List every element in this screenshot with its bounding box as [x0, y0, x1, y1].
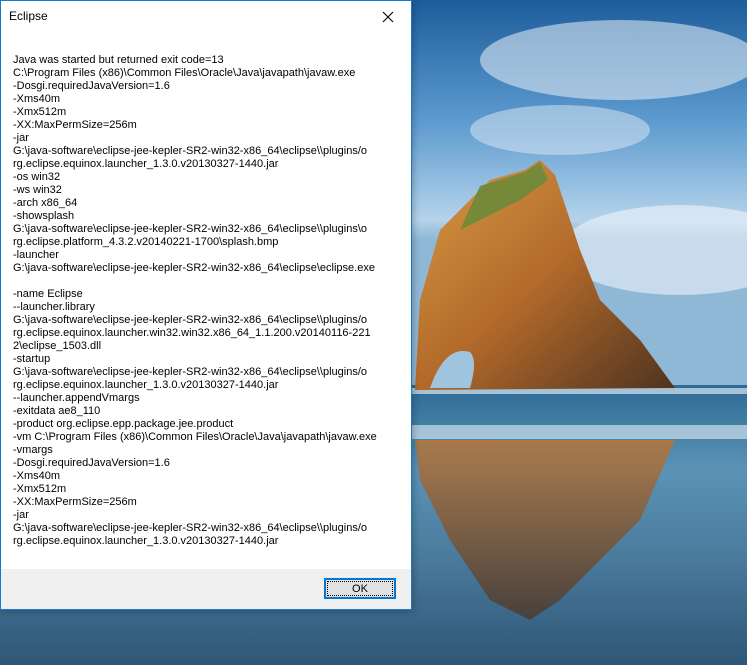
message-line: rg.eclipse.platform_4.3.2.v20140221-1700…: [13, 236, 279, 248]
message-line: -launcher: [13, 249, 59, 261]
message-line: G:\java-software\eclipse-jee-kepler-SR2-…: [13, 262, 375, 274]
dialog-title: Eclipse: [9, 9, 48, 23]
message-line: rg.eclipse.equinox.launcher.win32.win32.…: [13, 327, 371, 339]
ok-button[interactable]: OK: [324, 578, 396, 599]
message-line: -arch x86_64: [13, 197, 78, 209]
dialog-titlebar[interactable]: Eclipse: [1, 1, 411, 32]
error-dialog: Eclipse Java was started but returned ex…: [0, 0, 412, 610]
message-line: G:\java-software\eclipse-jee-kepler-SR2-…: [13, 145, 368, 157]
message-line: [13, 275, 405, 288]
message-line: rg.eclipse.equinox.launcher_1.3.0.v20130…: [13, 158, 279, 170]
close-icon: [382, 11, 394, 22]
message-line: 2\eclipse_1503.dll: [13, 340, 102, 352]
message-line: -Dosgi.requiredJavaVersion=1.6: [13, 80, 170, 92]
message-line: G:\java-software\eclipse-jee-kepler-SR2-…: [13, 366, 368, 378]
message-line: -os win32: [13, 171, 61, 183]
message-line: -vm C:\Program Files (x86)\Common Files\…: [13, 431, 377, 443]
message-line: -product org.eclipse.epp.package.jee.pro…: [13, 418, 234, 430]
message-line: G:\java-software\eclipse-jee-kepler-SR2-…: [13, 314, 368, 326]
message-line: --launcher.appendVmargs: [13, 392, 140, 404]
message-line: -vmargs: [13, 444, 53, 456]
message-line: -name Eclipse: [13, 288, 83, 300]
message-line: -Xms40m: [13, 470, 61, 482]
message-line: -jar: [13, 509, 29, 521]
message-line: rg.eclipse.equinox.launcher_1.3.0.v20130…: [13, 379, 279, 391]
message-line: --launcher.library: [13, 301, 95, 313]
message-line: rg.eclipse.equinox.launcher_1.3.0.v20130…: [13, 535, 279, 547]
message-line: -XX:MaxPermSize=256m: [13, 496, 137, 508]
message-line: C:\Program Files (x86)\Common Files\Orac…: [13, 67, 356, 79]
message-line: -showsplash: [13, 210, 75, 222]
message-line: -XX:MaxPermSize=256m: [13, 119, 137, 131]
error-message: Java was started but returned exit code=…: [13, 54, 405, 548]
message-line: -Xms40m: [13, 93, 61, 105]
message-line: -exitdata ae8_110: [13, 405, 101, 417]
close-button[interactable]: [365, 1, 411, 32]
message-line: Java was started but returned exit code=…: [13, 54, 224, 66]
message-line: -startup: [13, 353, 51, 365]
message-line: -jar: [13, 132, 29, 144]
dialog-button-bar: OK: [1, 569, 411, 609]
message-line: -Xmx512m: [13, 483, 67, 495]
message-line: G:\java-software\eclipse-jee-kepler-SR2-…: [13, 522, 368, 534]
message-line: G:\java-software\eclipse-jee-kepler-SR2-…: [13, 223, 368, 235]
message-line: -ws win32: [13, 184, 62, 196]
message-line: -Xmx512m: [13, 106, 67, 118]
message-line: -Dosgi.requiredJavaVersion=1.6: [13, 457, 170, 469]
